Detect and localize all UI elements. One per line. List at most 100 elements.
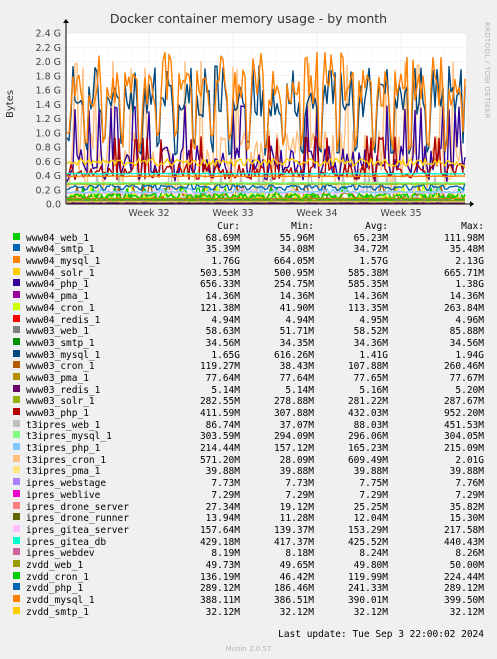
last-update: Last update: Tue Sep 3 22:00:02 2024 bbox=[278, 629, 484, 640]
legend-series-name: www04_mysql_1 bbox=[26, 256, 101, 268]
legend-swatch bbox=[13, 478, 20, 486]
legend-max-value: 224.44M bbox=[443, 571, 484, 583]
legend-series-name: www04_cron_1 bbox=[26, 302, 95, 314]
x-axis-arrow bbox=[470, 201, 474, 207]
legend-avg-value: 585.38M bbox=[347, 267, 388, 279]
legend-avg-value: 1.41G bbox=[359, 349, 388, 361]
legend-cur-value: 68.69M bbox=[205, 232, 240, 244]
legend-cur-value: 35.39M bbox=[205, 244, 240, 256]
legend-row: ipres_webdev 8.19M 8.18M 8.24M 8.26M bbox=[0, 548, 497, 560]
legend-max-value: 85.88M bbox=[449, 326, 484, 338]
legend-min-value: 417.37M bbox=[273, 536, 314, 548]
legend-header: Cur: Min: Avg: Max: bbox=[0, 221, 497, 233]
legend-max-value: 1.94G bbox=[455, 349, 484, 361]
legend-row: www04_redis_1 4.94M 4.94M 4.95M 4.96M bbox=[0, 314, 497, 327]
legend-row: www04_pma_1 14.36M 14.36M 14.36M 14.36M bbox=[0, 291, 497, 303]
legend-swatch bbox=[13, 232, 20, 240]
legend-avg-value: 32.12M bbox=[353, 606, 388, 618]
legend-row: t3ipres_php_1 214.44M 157.12M 165.23M 215.09… bbox=[0, 443, 497, 455]
legend-series-name: www04_smtp_1 bbox=[26, 244, 95, 256]
legend-max-value: 50.00M bbox=[449, 559, 484, 571]
legend-cur-value: 119.27M bbox=[199, 361, 240, 373]
legend-min-value: 34.35M bbox=[279, 337, 314, 349]
legend-series-name: www03_mysql_1 bbox=[26, 349, 101, 361]
legend-row: www03_web_1 58.63M 51.71M 58.52M 85.88M bbox=[0, 326, 497, 338]
legend-swatch bbox=[13, 513, 20, 521]
legend: Cur: Min: Avg: Max: www04_web_1 68.69M 55.… bbox=[0, 221, 497, 618]
legend-row: t3ipres_cron_1 571.20M 28.09M 609.49M 2.01G bbox=[0, 454, 497, 467]
legend-avg-value: 65.23M bbox=[353, 232, 388, 244]
legend-max-value: 289.12M bbox=[443, 583, 484, 595]
legend-series-name: www03_redis_1 bbox=[26, 384, 101, 396]
y-tick-label: 2.0 G bbox=[36, 57, 62, 68]
legend-col-cur: Cur: bbox=[217, 221, 240, 232]
legend-max-value: 304.05M bbox=[443, 431, 484, 443]
legend-min-value: 664.05M bbox=[273, 256, 314, 268]
legend-swatch bbox=[13, 419, 20, 427]
legend-row: www03_mysql_1 1.65G 616.26M 1.41G 1.94G bbox=[0, 349, 497, 362]
legend-swatch bbox=[13, 314, 20, 322]
legend-max-value: 215.09M bbox=[443, 443, 484, 455]
legend-series-name: ipres_gitea_server bbox=[26, 524, 129, 536]
x-tick-label: Week 35 bbox=[380, 208, 421, 219]
x-tick-label: Week 32 bbox=[128, 208, 169, 219]
legend-avg-value: 432.03M bbox=[347, 408, 388, 419]
legend-cur-value: 34.56M bbox=[205, 337, 240, 349]
legend-row: ipres_weblive 7.29M 7.29M 7.29M 7.29M bbox=[0, 489, 497, 502]
legend-min-value: 7.73M bbox=[285, 478, 314, 490]
legend-avg-value: 12.04M bbox=[353, 513, 388, 525]
legend-max-value: 440.43M bbox=[443, 536, 484, 548]
legend-max-value: 260.46M bbox=[443, 361, 484, 373]
legend-max-value: 2.01G bbox=[455, 454, 484, 466]
legend-cur-value: 289.12M bbox=[199, 583, 240, 595]
legend-avg-value: 39.88M bbox=[353, 466, 388, 478]
legend-row: ipres_gitea_db 429.18M 417.37M 425.52M 440.4… bbox=[0, 536, 497, 549]
legend-cur-value: 86.74M bbox=[205, 419, 240, 431]
legend-swatch bbox=[13, 256, 20, 264]
legend-max-value: 15.30M bbox=[449, 513, 484, 525]
y-tick-label: 1.6 G bbox=[36, 86, 62, 97]
legend-swatch bbox=[13, 384, 20, 392]
legend-cur-value: 429.18M bbox=[199, 536, 240, 548]
legend-max-value: 35.82M bbox=[449, 501, 484, 513]
legend-row: zvdd_smtp_1 32.12M 32.12M 32.12M 32.12M bbox=[0, 606, 497, 619]
legend-series-name: zvdd_smtp_1 bbox=[26, 606, 89, 618]
y-tick-label: 2.4 G bbox=[36, 29, 62, 40]
legend-series-name: ipres_weblive bbox=[26, 489, 101, 501]
legend-swatch bbox=[13, 267, 20, 275]
legend-avg-value: 390.01M bbox=[347, 595, 388, 606]
legend-series-name: www04_pma_1 bbox=[26, 291, 89, 303]
legend-min-value: 5.14M bbox=[285, 384, 314, 396]
legend-swatch bbox=[13, 372, 20, 380]
legend-row: www04_smtp_1 35.39M 34.08M 34.72M 35.48M bbox=[0, 244, 497, 256]
legend-cur-value: 49.73M bbox=[205, 559, 240, 571]
legend-row: www04_solr_1 503.53M 500.95M 585.38M 665.71M bbox=[0, 267, 497, 280]
legend-row: www04_web_1 68.69M 55.96M 65.23M 111.98M bbox=[0, 232, 497, 245]
legend-swatch bbox=[13, 326, 20, 334]
legend-swatch bbox=[13, 431, 20, 439]
legend-avg-value: 153.29M bbox=[347, 524, 388, 536]
legend-max-value: 952.20M bbox=[443, 408, 484, 419]
legend-avg-value: 281.22M bbox=[347, 396, 388, 408]
series-line-ipres_gitea_db bbox=[66, 172, 466, 175]
legend-row: ipres_drone_server 27.34M 19.12M 25.25M 35.8… bbox=[0, 501, 497, 514]
legend-avg-value: 7.75M bbox=[359, 478, 388, 490]
legend-swatch bbox=[13, 583, 20, 591]
legend-min-value: 278.88M bbox=[273, 396, 314, 408]
legend-col-max: Max: bbox=[461, 221, 484, 232]
legend-series-name: www04_php_1 bbox=[26, 279, 89, 291]
y-tick-label: 0.6 G bbox=[36, 157, 62, 168]
legend-avg-value: 296.06M bbox=[347, 431, 388, 443]
legend-max-value: 2.13G bbox=[455, 256, 484, 268]
legend-cur-value: 571.20M bbox=[199, 454, 240, 466]
chart-plot: 0.0 0.2 G 0.4 G 0.6 G 0.8 G 1.0 G 1.2 G 1.4 G 1.… bbox=[36, 19, 474, 219]
legend-series-name: www03_cron_1 bbox=[26, 361, 95, 373]
legend-cur-value: 303.59M bbox=[199, 431, 240, 443]
legend-max-value: 7.29M bbox=[455, 489, 484, 501]
legend-min-value: 157.12M bbox=[273, 443, 314, 455]
legend-cur-value: 157.64M bbox=[199, 524, 240, 536]
legend-col-min: Min: bbox=[291, 221, 314, 232]
legend-row: ipres_drone_runner 13.94M 11.28M 12.04M 15.3… bbox=[0, 513, 497, 525]
legend-min-value: 186.46M bbox=[273, 583, 314, 595]
legend-series-name: www03_solr_1 bbox=[26, 396, 95, 408]
